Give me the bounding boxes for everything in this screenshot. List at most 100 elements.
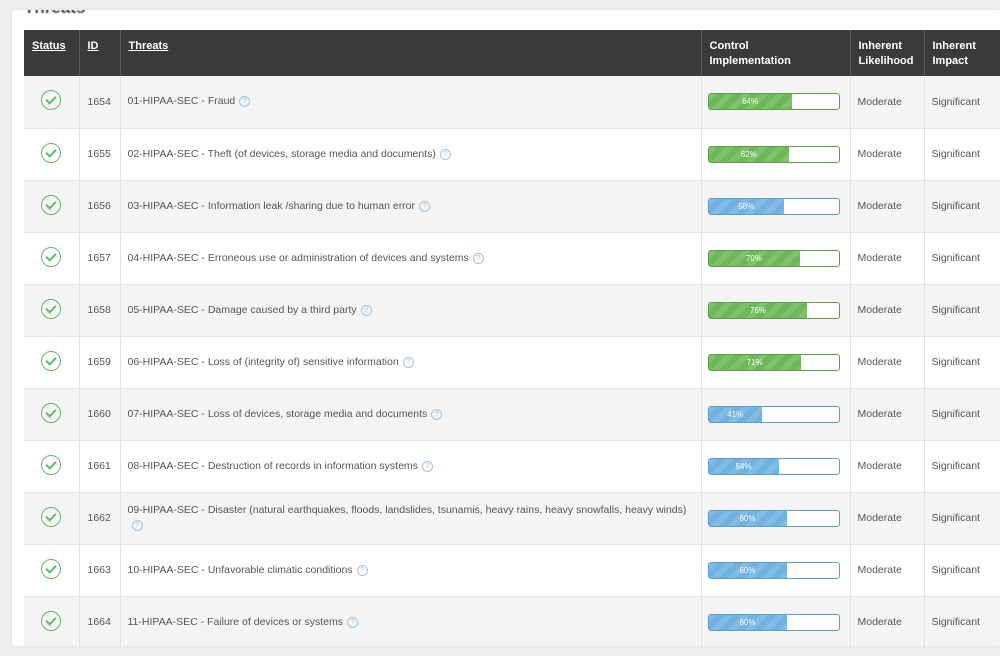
table-header-row: Status ID Threats Control Implementation…: [24, 30, 1000, 76]
likelihood-cell: Moderate: [850, 180, 925, 233]
control-cell: 58%: [701, 180, 851, 233]
check-circle-icon: [41, 454, 62, 475]
control-implementation-header: Control Implementation: [701, 30, 851, 76]
help-icon[interactable]: ?: [431, 408, 443, 420]
table-row[interactable]: 1663 10-HIPAA-SEC - Unfavorable climatic …: [24, 544, 1000, 597]
likelihood-cell: Moderate: [850, 492, 925, 545]
threats-card: Threats Status ID Threats Control Implem…: [12, 10, 1000, 646]
status-cell: [24, 596, 80, 646]
id-cell: 1664: [79, 596, 121, 646]
impact-cell: Significant: [924, 492, 1000, 545]
id-cell: 1659: [79, 336, 121, 389]
control-progress-fill: 64%: [708, 94, 792, 110]
likelihood-cell: Moderate: [850, 544, 925, 597]
control-progress-fill: 76%: [708, 302, 808, 318]
id-cell: 1661: [79, 440, 121, 493]
impact-cell: Significant: [924, 128, 1000, 181]
status-cell: [24, 128, 80, 181]
status-cell: [24, 284, 80, 337]
impact-cell: Significant: [924, 180, 1000, 233]
status-cell: [24, 76, 80, 129]
impact-cell: Significant: [924, 388, 1000, 441]
threat-cell: 11-HIPAA-SEC - Failure of devices or sys…: [120, 596, 702, 646]
control-cell: 70%: [701, 232, 851, 285]
table-row[interactable]: 1656 03-HIPAA-SEC - Information leak /sha…: [24, 180, 1000, 233]
threat-name[interactable]: 08-HIPAA-SEC - Destruction of records in…: [128, 460, 418, 472]
control-progress-bar: 54%: [707, 457, 840, 475]
control-progress-bar: 60%: [707, 509, 840, 527]
help-icon[interactable]: ?: [419, 200, 431, 212]
threat-name[interactable]: 09-HIPAA-SEC - Disaster (natural earthqu…: [128, 504, 687, 516]
threat-cell: 02-HIPAA-SEC - Theft (of devices, storag…: [120, 128, 702, 181]
id-cell: 1656: [79, 180, 121, 233]
table-row[interactable]: 1654 01-HIPAA-SEC - Fraud? 64% Moderate Sign…: [24, 76, 1000, 129]
inherent-impact-header: Inherent Impact: [924, 30, 1000, 76]
status-cell: [24, 544, 80, 597]
help-icon[interactable]: ?: [360, 304, 372, 316]
control-progress-fill: 60%: [708, 510, 787, 526]
control-progress-fill: 54%: [708, 458, 779, 474]
help-icon[interactable]: ?: [439, 148, 451, 160]
impact-cell: Significant: [924, 596, 1000, 646]
status-cell: [24, 440, 80, 493]
threat-name[interactable]: 07-HIPAA-SEC - Loss of devices, storage …: [128, 408, 428, 420]
status-cell: [24, 388, 80, 441]
threat-name[interactable]: 03-HIPAA-SEC - Information leak /sharing…: [128, 200, 416, 212]
help-icon[interactable]: ?: [239, 96, 251, 108]
id-cell: 1654: [79, 76, 121, 129]
check-circle-icon: [41, 350, 62, 371]
help-icon[interactable]: ?: [421, 460, 433, 472]
threat-name[interactable]: 05-HIPAA-SEC - Damage caused by a third …: [128, 304, 357, 316]
id-cell: 1660: [79, 388, 121, 441]
check-circle-icon: [41, 246, 62, 267]
threat-cell: 07-HIPAA-SEC - Loss of devices, storage …: [120, 388, 702, 441]
help-icon[interactable]: ?: [402, 356, 414, 368]
id-column-header[interactable]: ID: [79, 30, 121, 76]
help-icon[interactable]: ?: [472, 252, 484, 264]
impact-cell: Significant: [924, 232, 1000, 285]
id-cell: 1662: [79, 492, 121, 545]
threat-name[interactable]: 06-HIPAA-SEC - Loss of (integrity of) se…: [128, 356, 399, 368]
control-progress-fill: 58%: [708, 198, 784, 214]
table-row[interactable]: 1659 06-HIPAA-SEC - Loss of (integrity of…: [24, 336, 1000, 389]
control-cell: 60%: [701, 596, 851, 646]
control-progress-bar: 62%: [707, 145, 840, 163]
table-row[interactable]: 1662 09-HIPAA-SEC - Disaster (natural ear…: [24, 492, 1000, 545]
control-progress-bar: 41%: [707, 405, 840, 423]
control-cell: 76%: [701, 284, 851, 337]
control-cell: 62%: [701, 128, 851, 181]
threat-cell: 05-HIPAA-SEC - Damage caused by a third …: [120, 284, 702, 337]
threat-cell: 01-HIPAA-SEC - Fraud?: [120, 76, 702, 129]
table-row[interactable]: 1658 05-HIPAA-SEC - Damage caused by a th…: [24, 284, 1000, 337]
likelihood-cell: Moderate: [850, 596, 925, 646]
help-icon[interactable]: ?: [356, 564, 368, 576]
control-progress-fill: 70%: [708, 250, 800, 266]
control-progress-bar: 60%: [707, 561, 840, 579]
likelihood-cell: Moderate: [850, 284, 925, 337]
threat-name[interactable]: 11-HIPAA-SEC - Failure of devices or sys…: [128, 616, 344, 628]
status-cell: [24, 492, 80, 545]
control-cell: 64%: [701, 76, 851, 129]
help-icon[interactable]: ?: [347, 616, 359, 628]
impact-cell: Significant: [924, 336, 1000, 389]
table-row[interactable]: 1664 11-HIPAA-SEC - Failure of devices or…: [24, 596, 1000, 646]
control-cell: 54%: [701, 440, 851, 493]
status-cell: [24, 336, 80, 389]
threats-column-header[interactable]: Threats: [120, 30, 702, 76]
likelihood-cell: Moderate: [850, 440, 925, 493]
threat-name[interactable]: 04-HIPAA-SEC - Erroneous use or administ…: [128, 252, 469, 264]
threat-name[interactable]: 01-HIPAA-SEC - Fraud: [128, 95, 236, 107]
check-circle-icon: [41, 90, 62, 111]
threat-name[interactable]: 10-HIPAA-SEC - Unfavorable climatic cond…: [128, 564, 353, 576]
id-cell: 1663: [79, 544, 121, 597]
likelihood-cell: Moderate: [850, 76, 925, 129]
likelihood-cell: Moderate: [850, 388, 925, 441]
table-row[interactable]: 1655 02-HIPAA-SEC - Theft (of devices, st…: [24, 128, 1000, 181]
check-circle-icon: [41, 506, 62, 527]
table-row[interactable]: 1660 07-HIPAA-SEC - Loss of devices, stor…: [24, 388, 1000, 441]
table-row[interactable]: 1657 04-HIPAA-SEC - Erroneous use or admi…: [24, 232, 1000, 285]
status-column-header[interactable]: Status: [24, 30, 80, 76]
help-icon[interactable]: ?: [131, 520, 143, 531]
table-row[interactable]: 1661 08-HIPAA-SEC - Destruction of record…: [24, 440, 1000, 493]
threat-name[interactable]: 02-HIPAA-SEC - Theft (of devices, storag…: [128, 148, 436, 160]
